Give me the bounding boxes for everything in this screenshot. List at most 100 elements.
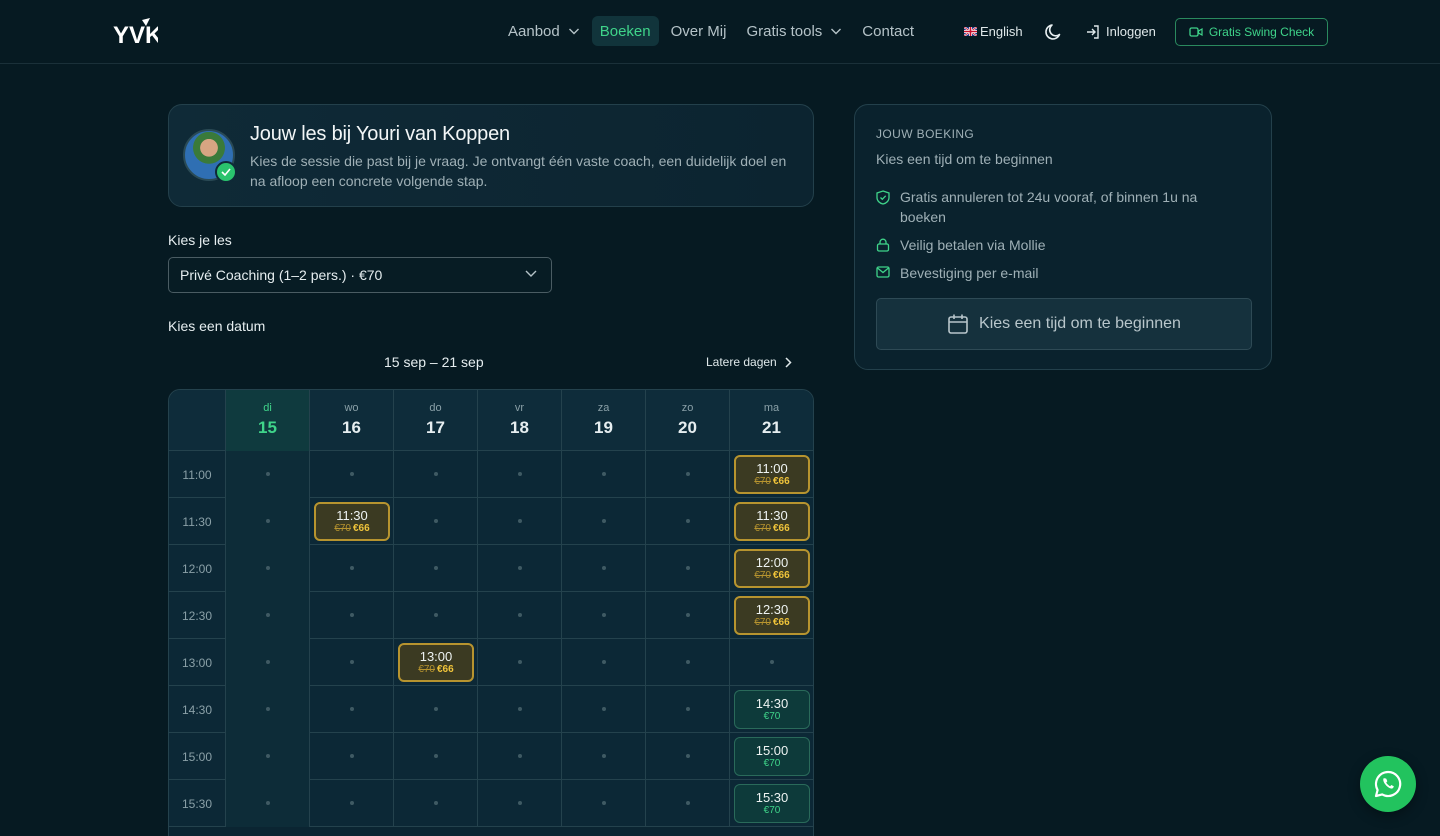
unavailable-dot [518,801,522,805]
nav-item-over-mij[interactable]: Over Mij [663,16,735,46]
calendar-cell [225,498,309,545]
calendar-cell [309,545,393,592]
day-header: vr 18 [477,390,561,451]
time-row: 15:00 15:00 €70 [169,733,813,780]
chevron-down-icon [525,270,537,277]
unavailable-dot [602,754,606,758]
discount-price: €66 [773,476,790,487]
calendar-cell [645,498,729,545]
time-slot-button[interactable]: 15:00 €70 [734,737,810,776]
lock-icon [876,238,890,252]
unavailable-dot [686,472,690,476]
unavailable-dot [602,707,606,711]
nav-item-aanbod[interactable]: Aanbod [500,16,588,46]
yvk-logo[interactable]: YVK [112,16,158,48]
slot-price: €70 [763,805,781,816]
moon-icon[interactable] [1044,22,1064,42]
time-row: 11:00 11:00 €70 €66 [169,451,813,498]
slot-time: 11:00 [756,461,788,476]
time-slot-button[interactable]: 13:00 €70 €66 [398,643,474,682]
unavailable-dot [518,613,522,617]
time-slot-button[interactable]: 11:00 €70 €66 [734,455,810,494]
swing-check-button[interactable]: Gratis Swing Check [1175,18,1328,46]
old-price: €70 [754,617,771,628]
discount-price: €66 [773,617,790,628]
unavailable-dot [350,801,354,805]
day-number: 20 [678,418,697,437]
calendar-cell [393,545,477,592]
calendar-cell [477,780,561,827]
time-slot-button[interactable]: 12:00 €70 €66 [734,549,810,588]
calendar-cell [477,733,561,780]
unavailable-dot [518,472,522,476]
unavailable-dot [434,707,438,711]
calendar-cell [225,733,309,780]
nav-item-gratis-tools[interactable]: Gratis tools [738,16,850,46]
nav-item-label: Aanbod [508,22,560,40]
booking-feature-text: Gratis annuleren tot 24u vooraf, of binn… [900,189,1198,225]
calendar-cell [729,639,813,686]
coach-card: Jouw les bij Youri van Koppen Kies de se… [168,104,814,207]
calendar-cell: 15:00 €70 [729,733,813,780]
time-label: 13:00 [181,655,213,670]
calendar-cell: 15:30 €70 [729,780,813,827]
time-slot-button[interactable]: 12:30 €70 €66 [734,596,810,635]
time-label: 15:30 [181,796,213,811]
calendar-cell: 11:00 €70 €66 [729,451,813,498]
slot-price: €70 [763,758,781,769]
old-price: €70 [754,476,771,487]
day-name: ma [763,402,780,414]
nav-item-boeken[interactable]: Boeken [591,16,659,46]
lesson-select[interactable]: Privé Coaching (1–2 pers.) · €70 [168,257,552,293]
calendar-cell [477,686,561,733]
discount-price: €66 [353,523,370,534]
time-slot-button[interactable]: 11:30 €70 €66 [734,502,810,541]
unavailable-dot [350,566,354,570]
time-row: 14:30 14:30 €70 [169,686,813,733]
coach-title: Jouw les bij Youri van Koppen [250,123,510,145]
nav-item-contact[interactable]: Contact [854,16,922,46]
nav-item-label: Boeken [599,22,651,40]
unavailable-dot [434,754,438,758]
unavailable-dot [518,754,522,758]
calendar-cell [561,780,645,827]
day-number: 17 [426,418,445,437]
time-row: 12:30 12:30 €70 €66 [169,592,813,639]
unavailable-dot [602,613,606,617]
calendar-cell: 12:30 €70 €66 [729,592,813,639]
time-label: 12:00 [181,561,213,576]
login-icon [1087,24,1099,39]
time-slot-button[interactable]: 15:30 €70 [734,784,810,823]
calendar-cell [393,733,477,780]
whatsapp-button[interactable] [1360,756,1416,812]
day-number: 21 [762,418,781,437]
choose-time-button[interactable]: Kies een tijd om te beginnen [876,298,1252,350]
calendar-cell [645,686,729,733]
day-name: zo [681,402,694,414]
booking-feature-cancel: Gratis annuleren tot 24u vooraf, of binn… [876,187,1236,227]
later-days-button[interactable]: Latere dagen [706,355,792,369]
day-header: do 17 [393,390,477,451]
time-label: 11:00 [182,467,212,482]
site-header: YVK Aanbod Boeken Over Mij Gratis tools Cont… [0,0,1440,64]
calendar-cell [225,780,309,827]
calendar-cell [477,545,561,592]
language-switch[interactable]: English [964,24,1023,39]
booking-subtitle: Kies een tijd om te beginnen [876,151,1053,167]
unavailable-dot [518,519,522,523]
old-price: €70 [754,523,771,534]
time-slot-button[interactable]: 11:30 €70 €66 [314,502,390,541]
old-price: €70 [334,523,351,534]
time-slot-button[interactable]: 14:30 €70 [734,690,810,729]
login-link[interactable]: Inloggen [1086,24,1156,39]
calendar-cell [393,686,477,733]
calendar-cell [645,592,729,639]
discount-price: €66 [773,570,790,581]
day-number: 16 [342,418,361,437]
calendar-cell [645,639,729,686]
unavailable-dot [686,613,690,617]
calendar-cell: 13:00 €70 €66 [393,639,477,686]
unavailable-dot [686,707,690,711]
mail-check-icon [876,266,890,278]
time-label: 12:30 [181,608,213,623]
